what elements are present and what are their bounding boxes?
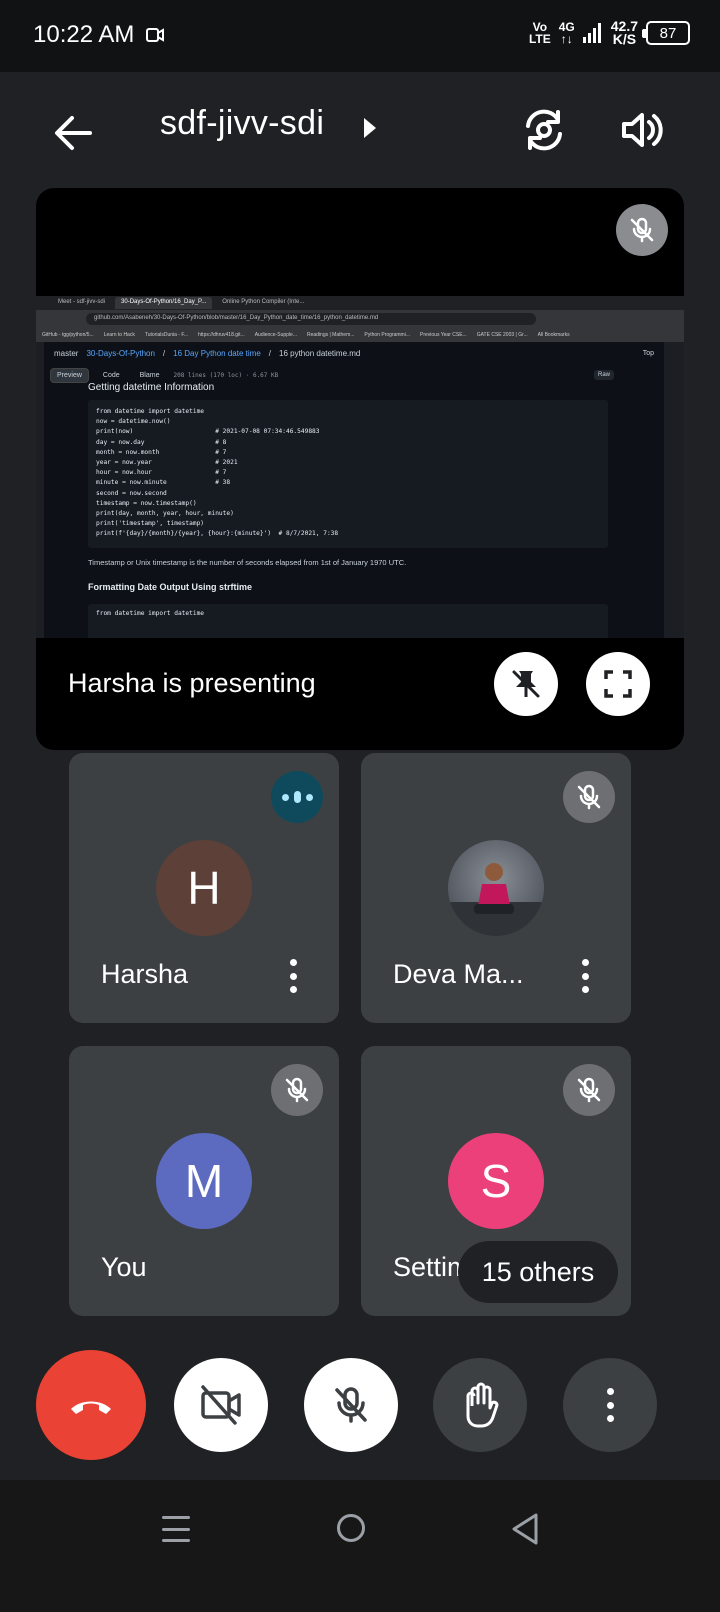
avatar: S <box>448 1133 544 1229</box>
participant-tile[interactable]: H Harsha <box>69 753 339 1023</box>
camera-off-icon <box>201 1385 241 1425</box>
fullscreen-button[interactable] <box>586 652 650 716</box>
avatar-photo <box>448 840 544 936</box>
network-type: 4G ↑↓ <box>558 20 575 46</box>
call-header: sdf-jivv-sdi <box>0 72 720 182</box>
participant-options-icon[interactable] <box>287 959 299 993</box>
home-icon[interactable] <box>337 1514 365 1542</box>
back-triangle-icon[interactable] <box>510 1512 540 1546</box>
presenting-label: Harsha is presenting <box>68 668 316 698</box>
participant-options-icon[interactable] <box>579 959 591 993</box>
mic-off-icon <box>335 1387 367 1423</box>
branch-label: master <box>54 348 79 358</box>
unpin-icon <box>512 670 540 698</box>
back-arrow-icon[interactable] <box>50 110 96 156</box>
raise-hand-button[interactable] <box>433 1358 527 1452</box>
microphone-toggle-button[interactable] <box>304 1358 398 1452</box>
participant-name: You <box>101 1252 147 1282</box>
speaker-volume-icon[interactable] <box>618 106 666 154</box>
avatar: H <box>156 840 252 936</box>
video-recording-icon <box>146 28 164 42</box>
hang-up-icon <box>71 1401 111 1414</box>
recent-apps-icon[interactable] <box>162 1516 190 1542</box>
shared-screen-content: Meet - sdf-jivv-sdi 30-Days-Of-Python/16… <box>36 296 684 638</box>
markdown-paragraph: Timestamp or Unix timestamp is the numbe… <box>88 558 407 567</box>
volte-indicator: Vo LTE <box>528 20 551 46</box>
meeting-details-caret-icon[interactable] <box>364 118 376 138</box>
browser-tab: 30-Days-Of-Python/16_Day_P... <box>115 297 213 309</box>
browser-tab-bar: Meet - sdf-jivv-sdi 30-Days-Of-Python/16… <box>36 296 684 310</box>
code-block: from datetime import datetime now = datet… <box>88 400 608 548</box>
presentation-tile[interactable]: Meet - sdf-jivv-sdi 30-Days-Of-Python/16… <box>36 188 684 750</box>
others-participants-chip[interactable]: 15 others <box>458 1241 618 1303</box>
raise-hand-icon <box>466 1382 499 1428</box>
call-controls <box>0 1340 720 1480</box>
speaking-indicator-icon <box>271 771 323 823</box>
muted-mic-icon <box>271 1064 323 1116</box>
browser-bookmarks-bar: GitHub - tgg/python/5... Learn to Hack T… <box>36 328 684 342</box>
status-bar: 10:22 AM Vo LTE 4G ↑↓ 42.7 K/S 87 <box>0 0 720 72</box>
meeting-code[interactable]: sdf-jivv-sdi <box>160 104 324 143</box>
markdown-heading-2: Formatting Date Output Using strftime <box>88 582 252 592</box>
markdown-heading: Getting datetime Information <box>88 382 215 393</box>
browser-tab: Meet - sdf-jivv-sdi <box>58 299 106 305</box>
status-indicators: Vo LTE 4G ↑↓ 42.7 K/S 87 <box>528 18 690 47</box>
unpin-button[interactable] <box>494 652 558 716</box>
more-options-icon <box>604 1388 616 1422</box>
presenter-muted-icon <box>616 204 668 256</box>
signal-icon <box>582 23 601 43</box>
participant-name: Deva Ma... <box>393 959 524 989</box>
more-options-button[interactable] <box>563 1358 657 1452</box>
fullscreen-icon <box>604 670 632 698</box>
end-call-button[interactable] <box>36 1350 146 1460</box>
code-block-2: from datetime import datetime <box>88 604 608 638</box>
muted-mic-icon <box>563 1064 615 1116</box>
browser-address-bar: github.com/Asabeneh/30-Days-Of-Python/bl… <box>36 310 684 328</box>
participant-tile[interactable]: Deva Ma... <box>361 753 631 1023</box>
muted-mic-icon <box>563 771 615 823</box>
browser-tab: Online Python Compiler (Inte... <box>222 299 305 305</box>
switch-camera-icon[interactable] <box>520 106 568 154</box>
camera-toggle-button[interactable] <box>174 1358 268 1452</box>
avatar: M <box>156 1133 252 1229</box>
participant-tile[interactable]: M You <box>69 1046 339 1316</box>
battery-icon: 87 <box>642 21 690 45</box>
participant-name: Harsha <box>101 959 189 989</box>
github-file-header: master 30-Days-Of-Python/ 16 Day Python … <box>44 342 664 364</box>
network-speed: 42.7 K/S <box>610 18 638 47</box>
status-time: 10:22 AM <box>33 21 135 48</box>
system-navigation-bar <box>0 1480 720 1612</box>
browser-url: github.com/Asabeneh/30-Days-Of-Python/bl… <box>86 313 536 325</box>
markdown-content: Getting datetime Information from dateti… <box>44 382 664 638</box>
